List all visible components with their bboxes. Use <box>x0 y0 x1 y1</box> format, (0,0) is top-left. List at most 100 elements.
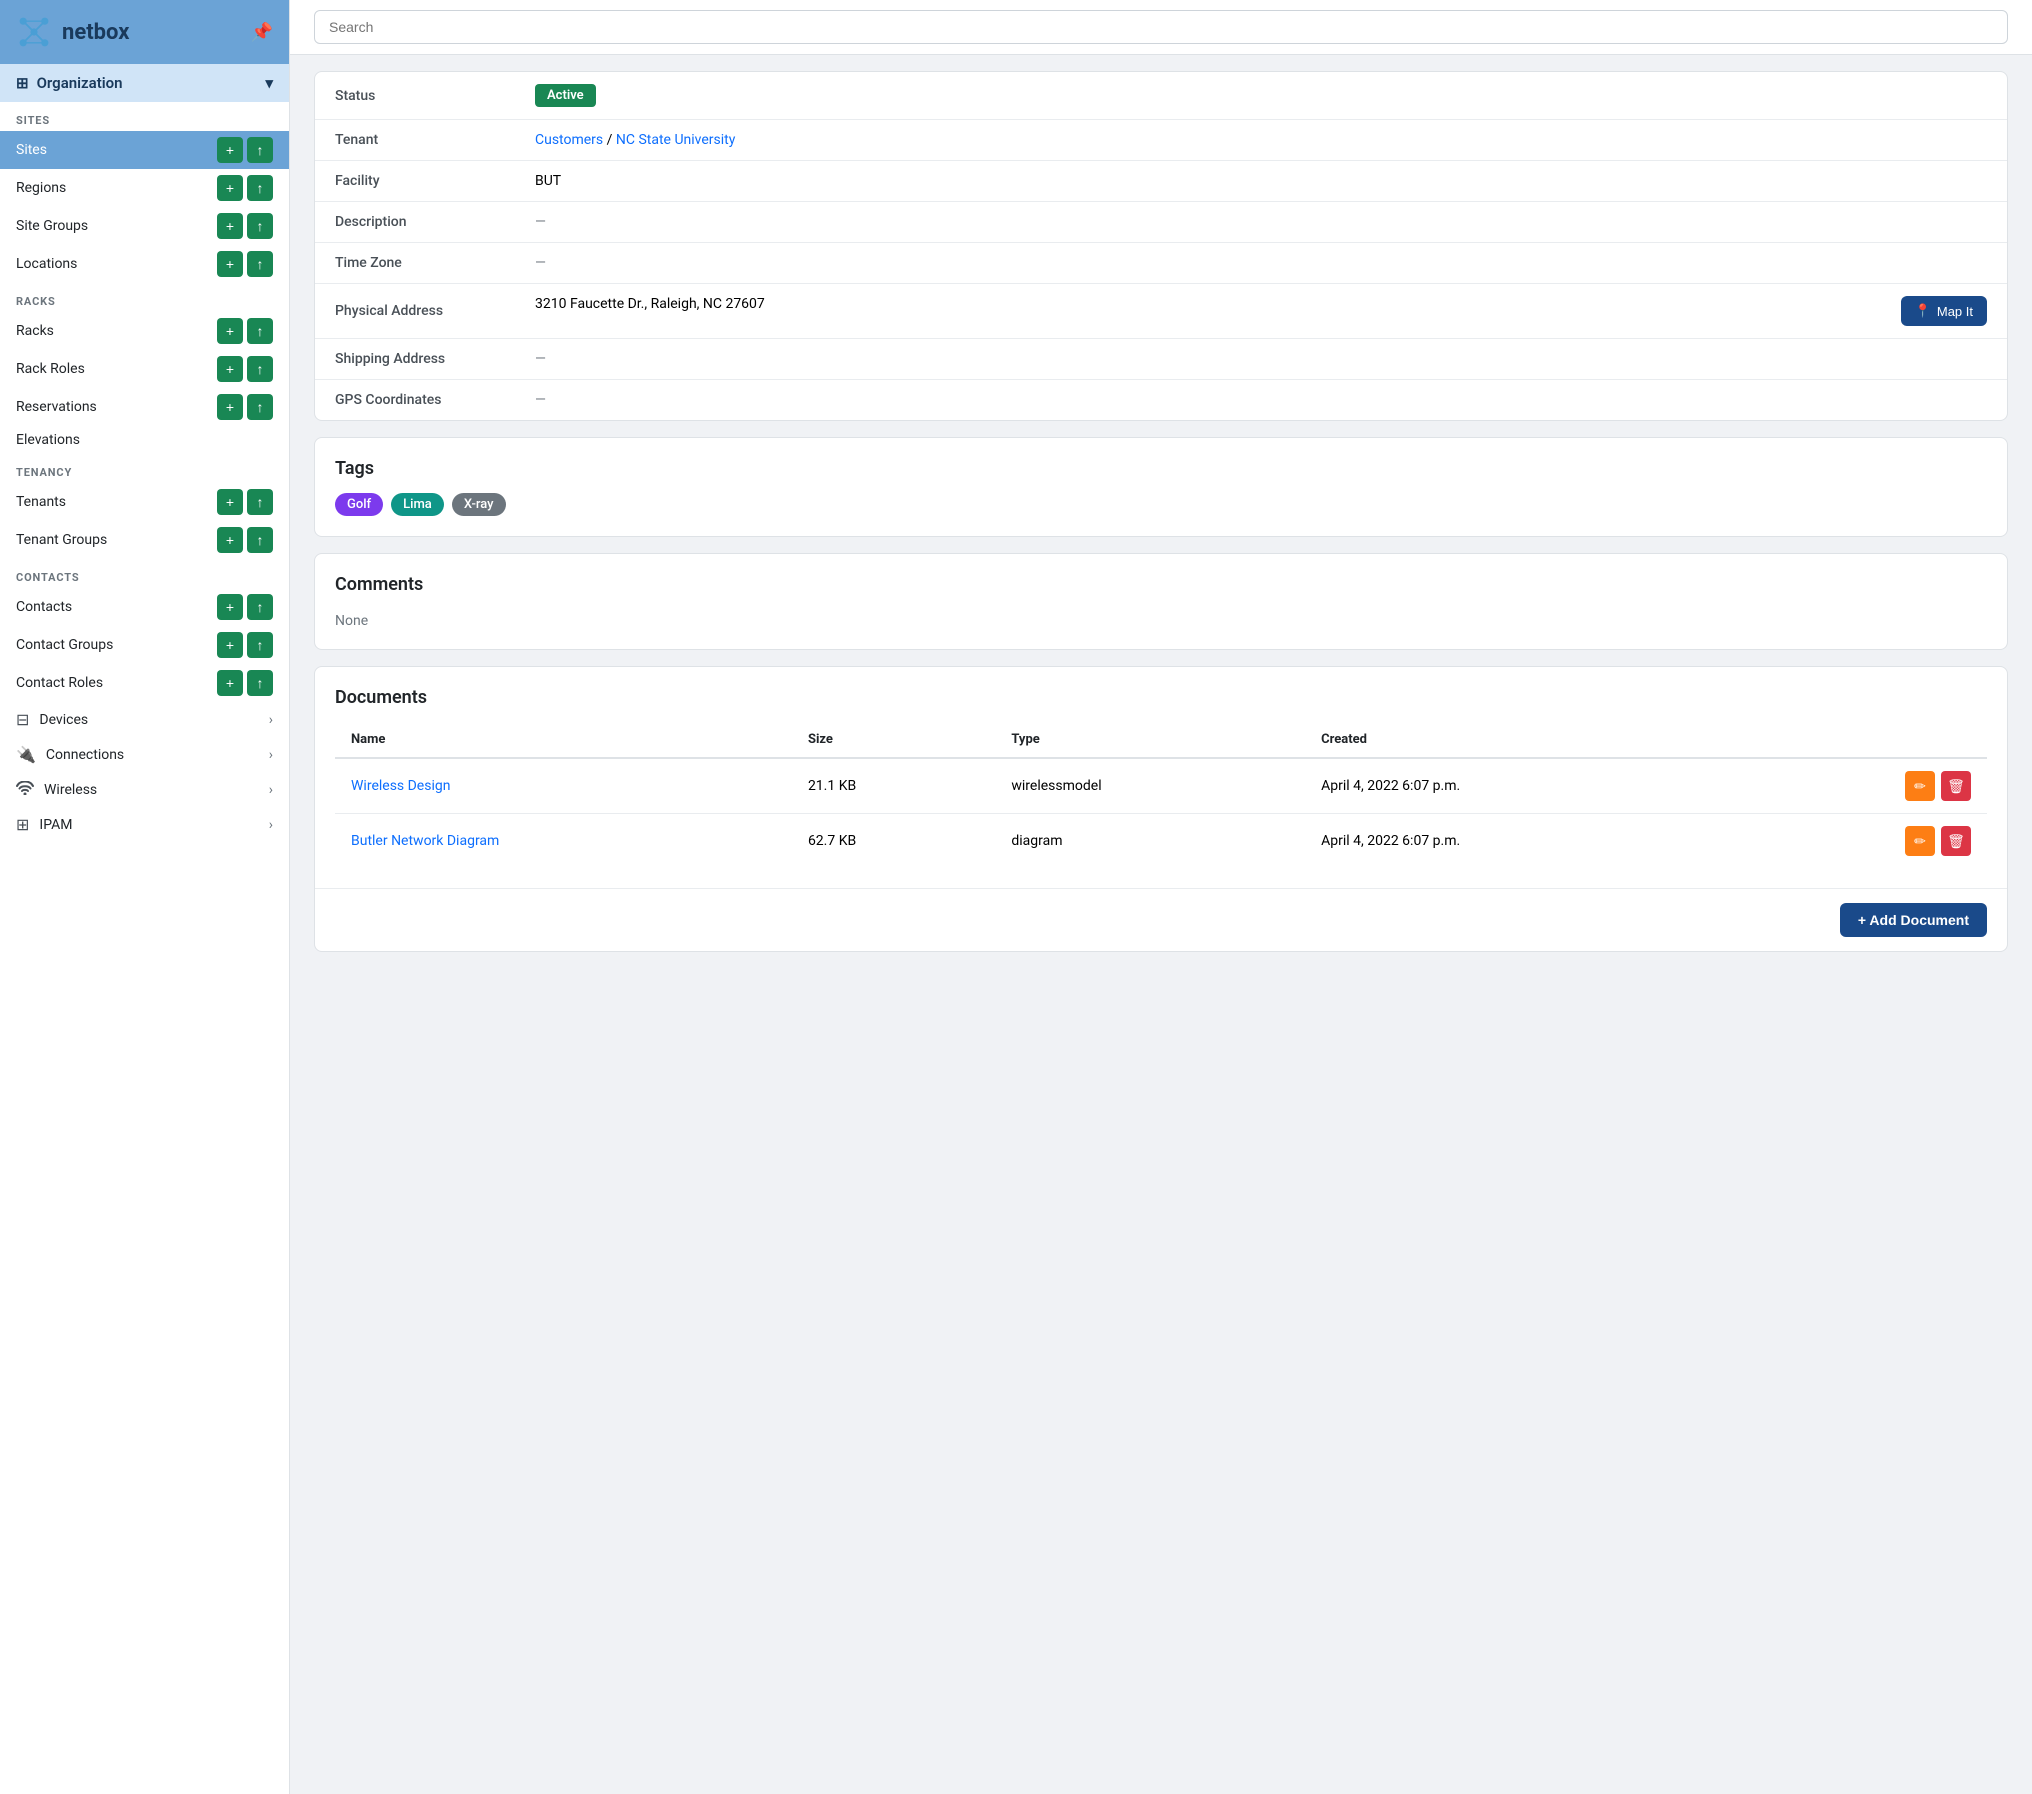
logo-text: netbox <box>62 20 129 45</box>
field-value-gps: — <box>515 380 2007 421</box>
edit-butler-button[interactable]: ✏ <box>1905 826 1935 856</box>
doc-link-butler[interactable]: Butler Network Diagram <box>351 833 499 849</box>
sites-add-button[interactable]: + <box>217 137 243 163</box>
tenants-add-button[interactable]: + <box>217 489 243 515</box>
comments-value: None <box>335 609 1987 629</box>
sidebar-item-regions[interactable]: Regions + ↑ <box>0 169 289 207</box>
contact-groups-label: Contact Groups <box>16 637 217 653</box>
reservations-import-button[interactable]: ↑ <box>247 394 273 420</box>
rack-roles-import-button[interactable]: ↑ <box>247 356 273 382</box>
regions-import-button[interactable]: ↑ <box>247 175 273 201</box>
tag-xray[interactable]: X-ray <box>452 493 506 516</box>
table-header-row: Name Size Type Created <box>335 722 1987 758</box>
add-document-button[interactable]: + Add Document <box>1840 903 1987 937</box>
contacts-import-button[interactable]: ↑ <box>247 594 273 620</box>
sidebar-item-contact-roles[interactable]: Contact Roles + ↑ <box>0 664 289 702</box>
sidebar-item-devices[interactable]: ⊟ Devices › <box>0 702 289 737</box>
doc-created-wireless-design: April 4, 2022 6:07 p.m. <box>1305 758 1739 814</box>
tenant-groups-actions: + ↑ <box>217 527 273 553</box>
sidebar-item-rack-roles[interactable]: Rack Roles + ↑ <box>0 350 289 388</box>
sidebar-item-tenants[interactable]: Tenants + ↑ <box>0 483 289 521</box>
sidebar-item-site-groups[interactable]: Site Groups + ↑ <box>0 207 289 245</box>
col-name: Name <box>335 722 792 758</box>
section-tenancy: TENANCY <box>0 454 289 483</box>
field-label-physical-address: Physical Address <box>315 284 515 339</box>
field-value-facility: BUT <box>515 161 2007 202</box>
sidebar-item-reservations[interactable]: Reservations + ↑ <box>0 388 289 426</box>
search-input[interactable] <box>314 10 2008 44</box>
pin-icon: 📌 <box>251 22 273 43</box>
sidebar-item-tenant-groups[interactable]: Tenant Groups + ↑ <box>0 521 289 559</box>
map-it-button[interactable]: 📍 Map It <box>1901 296 1987 326</box>
devices-icon: ⊟ <box>16 710 29 729</box>
sidebar-item-contacts[interactable]: Contacts + ↑ <box>0 588 289 626</box>
tags-title: Tags <box>335 458 1987 479</box>
sidebar-item-contact-groups[interactable]: Contact Groups + ↑ <box>0 626 289 664</box>
regions-add-button[interactable]: + <box>217 175 243 201</box>
contact-roles-label: Contact Roles <box>16 675 217 691</box>
contact-groups-add-button[interactable]: + <box>217 632 243 658</box>
sidebar-item-connections[interactable]: 🔌 Connections › <box>0 737 289 772</box>
sidebar-item-locations[interactable]: Locations + ↑ <box>0 245 289 283</box>
sidebar-item-elevations[interactable]: Elevations <box>0 426 289 454</box>
sites-label: Sites <box>16 142 217 158</box>
tag-golf[interactable]: Golf <box>335 493 383 516</box>
locations-add-button[interactable]: + <box>217 251 243 277</box>
chevron-right-icon: › <box>269 712 273 728</box>
reservations-actions: + ↑ <box>217 394 273 420</box>
field-value-physical-address: 3210 Faucette Dr., Raleigh, NC 27607 📍 M… <box>515 284 2007 339</box>
devices-label: Devices <box>39 712 88 728</box>
field-label-timezone: Time Zone <box>315 243 515 284</box>
sites-import-button[interactable]: ↑ <box>247 137 273 163</box>
tenants-import-button[interactable]: ↑ <box>247 489 273 515</box>
site-groups-import-button[interactable]: ↑ <box>247 213 273 239</box>
rack-roles-label: Rack Roles <box>16 361 217 377</box>
site-groups-add-button[interactable]: + <box>217 213 243 239</box>
edit-wireless-design-button[interactable]: ✏ <box>1905 771 1935 801</box>
sidebar-item-ipam[interactable]: ⊞ IPAM › <box>0 807 289 842</box>
reservations-label: Reservations <box>16 399 217 415</box>
contacts-add-button[interactable]: + <box>217 594 243 620</box>
comments-card: Comments None <box>314 553 2008 650</box>
doc-actions-butler: ✏ 🗑 <box>1739 814 1987 869</box>
contact-roles-add-button[interactable]: + <box>217 670 243 696</box>
contact-groups-actions: + ↑ <box>217 632 273 658</box>
org-nav-header[interactable]: ⊞ Organization ▾ <box>0 64 289 102</box>
reservations-add-button[interactable]: + <box>217 394 243 420</box>
doc-size-butler: 62.7 KB <box>792 814 995 869</box>
table-row: Physical Address 3210 Faucette Dr., Rale… <box>315 284 2007 339</box>
field-value-description: — <box>515 202 2007 243</box>
sidebar-item-wireless[interactable]: Wireless › <box>0 772 289 807</box>
tags-card: Tags Golf Lima X-ray <box>314 437 2008 537</box>
field-label-tenant: Tenant <box>315 120 515 161</box>
contact-roles-import-button[interactable]: ↑ <box>247 670 273 696</box>
locations-import-button[interactable]: ↑ <box>247 251 273 277</box>
table-row: GPS Coordinates — <box>315 380 2007 421</box>
field-label-status: Status <box>315 72 515 120</box>
contacts-actions: + ↑ <box>217 594 273 620</box>
comments-body: Comments None <box>315 554 2007 649</box>
delete-butler-button[interactable]: 🗑 <box>1941 826 1971 856</box>
chevron-right-icon-3: › <box>269 782 273 798</box>
racks-actions: + ↑ <box>217 318 273 344</box>
doc-link-wireless-design[interactable]: Wireless Design <box>351 778 450 794</box>
racks-import-button[interactable]: ↑ <box>247 318 273 344</box>
tag-lima[interactable]: Lima <box>391 493 444 516</box>
rack-roles-add-button[interactable]: + <box>217 356 243 382</box>
tenant-groups-import-button[interactable]: ↑ <box>247 527 273 553</box>
sidebar-item-racks[interactable]: Racks + ↑ <box>0 312 289 350</box>
wireless-icon <box>16 780 34 799</box>
col-type: Type <box>995 722 1305 758</box>
contact-groups-import-button[interactable]: ↑ <box>247 632 273 658</box>
tenant-link-customers[interactable]: Customers <box>535 132 603 148</box>
documents-footer: + Add Document <box>315 888 2007 951</box>
racks-add-button[interactable]: + <box>217 318 243 344</box>
sidebar-item-sites[interactable]: Sites + ↑ <box>0 131 289 169</box>
col-size: Size <box>792 722 995 758</box>
sidebar-logo-header[interactable]: netbox 📌 <box>0 0 289 64</box>
content-area: Status Active Tenant Customers / NC Stat… <box>290 55 2032 968</box>
tenant-link-nc-state[interactable]: NC State University <box>616 132 735 148</box>
elevations-label: Elevations <box>16 432 273 448</box>
delete-wireless-design-button[interactable]: 🗑 <box>1941 771 1971 801</box>
tenant-groups-add-button[interactable]: + <box>217 527 243 553</box>
